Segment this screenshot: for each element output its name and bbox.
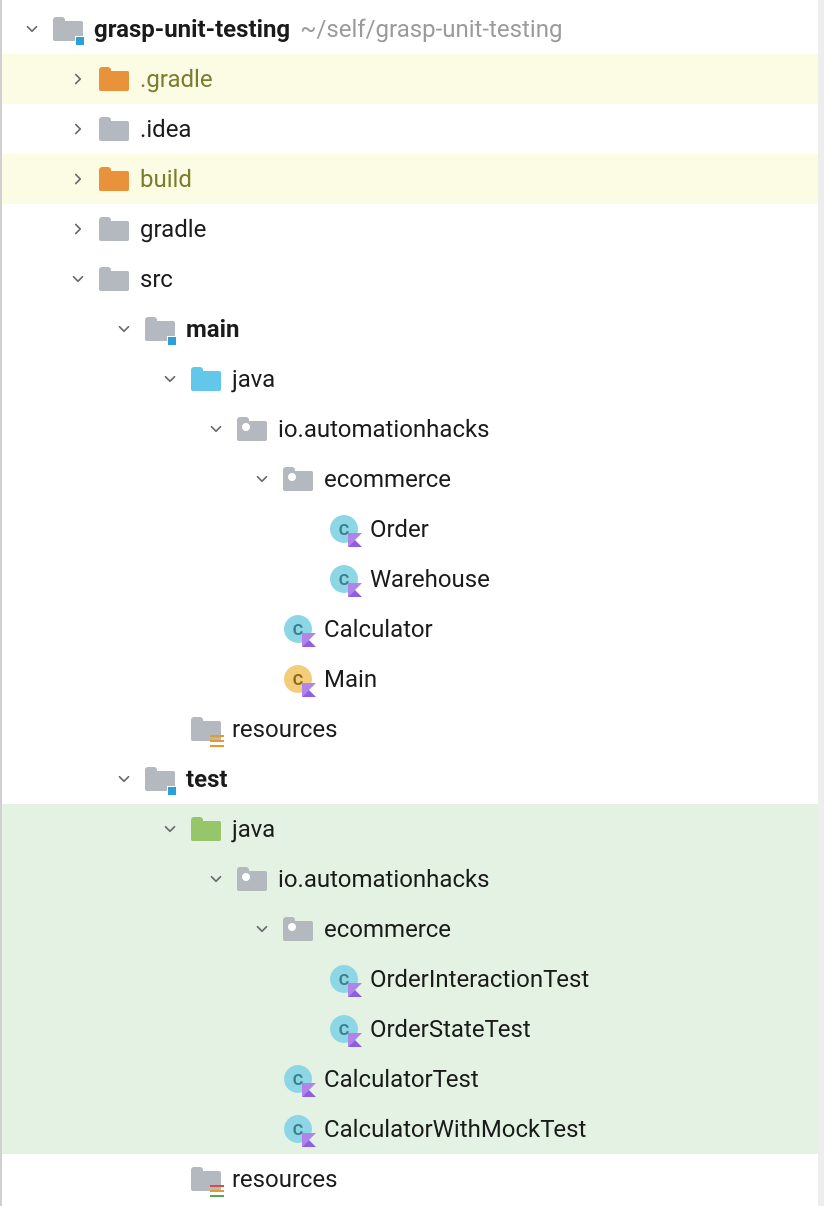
- node-label: .gradle: [140, 65, 213, 93]
- chevron-down-icon[interactable]: [252, 469, 272, 489]
- folder-icon: [98, 113, 130, 145]
- tree-row-build[interactable]: build: [2, 154, 818, 204]
- node-label: Calculator: [324, 615, 433, 643]
- tree-row-src[interactable]: src: [2, 254, 818, 304]
- node-label: java: [232, 815, 275, 843]
- tree-row-ecommerce[interactable]: ecommerce: [2, 454, 818, 504]
- node-label: build: [140, 165, 192, 193]
- node-label: OrderInteractionTest: [370, 965, 589, 993]
- root-name: grasp-unit-testing: [94, 15, 290, 43]
- node-label: java: [232, 365, 275, 393]
- node-label: io.automationhacks: [278, 865, 490, 893]
- tree-row-test-ecommerce[interactable]: ecommerce: [2, 904, 818, 954]
- folder-icon: [98, 263, 130, 295]
- node-label: OrderStateTest: [370, 1015, 531, 1043]
- tree-row-main-resources[interactable]: resources: [2, 704, 818, 754]
- test-resources-folder-icon: [190, 1163, 222, 1195]
- chevron-right-icon[interactable]: [68, 169, 88, 189]
- tree-row-test-resources[interactable]: resources: [2, 1154, 818, 1204]
- tree-row-calculator[interactable]: Calculator: [2, 604, 818, 654]
- chevron-down-icon[interactable]: [114, 769, 134, 789]
- tree-row-warehouse[interactable]: Warehouse: [2, 554, 818, 604]
- node-label: resources: [232, 1165, 338, 1193]
- chevron-down-icon[interactable]: [22, 19, 42, 39]
- folder-icon: [98, 63, 130, 95]
- chevron-down-icon[interactable]: [160, 369, 180, 389]
- module-folder-icon: [144, 313, 176, 345]
- package-icon: [282, 913, 314, 945]
- node-label: resources: [232, 715, 338, 743]
- node-label: main: [186, 315, 239, 343]
- node-label: Order: [370, 515, 429, 543]
- node-label: io.automationhacks: [278, 415, 490, 443]
- node-label: CalculatorWithMockTest: [324, 1115, 586, 1143]
- test-source-folder-icon: [190, 813, 222, 845]
- tree-row-order-state-test[interactable]: OrderStateTest: [2, 1004, 818, 1054]
- chevron-right-icon[interactable]: [68, 119, 88, 139]
- tree-row-gradle[interactable]: gradle: [2, 204, 818, 254]
- node-label: Warehouse: [370, 565, 490, 593]
- chevron-down-icon[interactable]: [206, 869, 226, 889]
- folder-icon: [98, 213, 130, 245]
- kotlin-class-icon: [328, 513, 360, 545]
- node-label: gradle: [140, 215, 206, 243]
- kotlin-class-icon: [328, 1013, 360, 1045]
- kotlin-file-icon: [282, 663, 314, 695]
- tree-row-main-java[interactable]: java: [2, 354, 818, 404]
- chevron-down-icon[interactable]: [252, 919, 272, 939]
- chevron-right-icon[interactable]: [68, 219, 88, 239]
- node-label: ecommerce: [324, 915, 451, 943]
- node-label: test: [186, 765, 228, 793]
- kotlin-class-icon: [282, 1063, 314, 1095]
- kotlin-class-icon: [282, 613, 314, 645]
- tree-row-calculator-test[interactable]: CalculatorTest: [2, 1054, 818, 1104]
- module-folder-icon: [52, 13, 84, 45]
- chevron-right-icon[interactable]: [68, 69, 88, 89]
- tree-row-main[interactable]: main: [2, 304, 818, 354]
- tree-row-test-java[interactable]: java: [2, 804, 818, 854]
- tree-row-test-pkg[interactable]: io.automationhacks: [2, 854, 818, 904]
- package-icon: [236, 413, 268, 445]
- tree-row-order[interactable]: Order: [2, 504, 818, 554]
- chevron-down-icon[interactable]: [160, 819, 180, 839]
- node-label: Main: [324, 665, 377, 693]
- tree-row-idea[interactable]: .idea: [2, 104, 818, 154]
- node-label: ecommerce: [324, 465, 451, 493]
- project-tree: grasp-unit-testing ~/self/grasp-unit-tes…: [2, 0, 818, 1204]
- kotlin-class-icon: [328, 963, 360, 995]
- tree-row-root[interactable]: grasp-unit-testing ~/self/grasp-unit-tes…: [2, 4, 818, 54]
- root-path: ~/self/grasp-unit-testing: [300, 15, 562, 43]
- tree-row-calculator-with-mock-test[interactable]: CalculatorWithMockTest: [2, 1104, 818, 1154]
- tree-row-test[interactable]: test: [2, 754, 818, 804]
- resources-folder-icon: [190, 713, 222, 745]
- package-icon: [282, 463, 314, 495]
- kotlin-class-icon: [282, 1113, 314, 1145]
- tree-row-main-class[interactable]: Main: [2, 654, 818, 704]
- node-label: CalculatorTest: [324, 1065, 479, 1093]
- tree-row-order-interaction-test[interactable]: OrderInteractionTest: [2, 954, 818, 1004]
- chevron-down-icon[interactable]: [114, 319, 134, 339]
- module-folder-icon: [144, 763, 176, 795]
- node-label: .idea: [140, 115, 191, 143]
- folder-icon: [98, 163, 130, 195]
- package-icon: [236, 863, 268, 895]
- kotlin-class-icon: [328, 563, 360, 595]
- tree-row-main-pkg[interactable]: io.automationhacks: [2, 404, 818, 454]
- chevron-down-icon[interactable]: [206, 419, 226, 439]
- source-folder-icon: [190, 363, 222, 395]
- tree-row-gradle-dot[interactable]: .gradle: [2, 54, 818, 104]
- node-label: src: [140, 265, 173, 293]
- chevron-down-icon[interactable]: [68, 269, 88, 289]
